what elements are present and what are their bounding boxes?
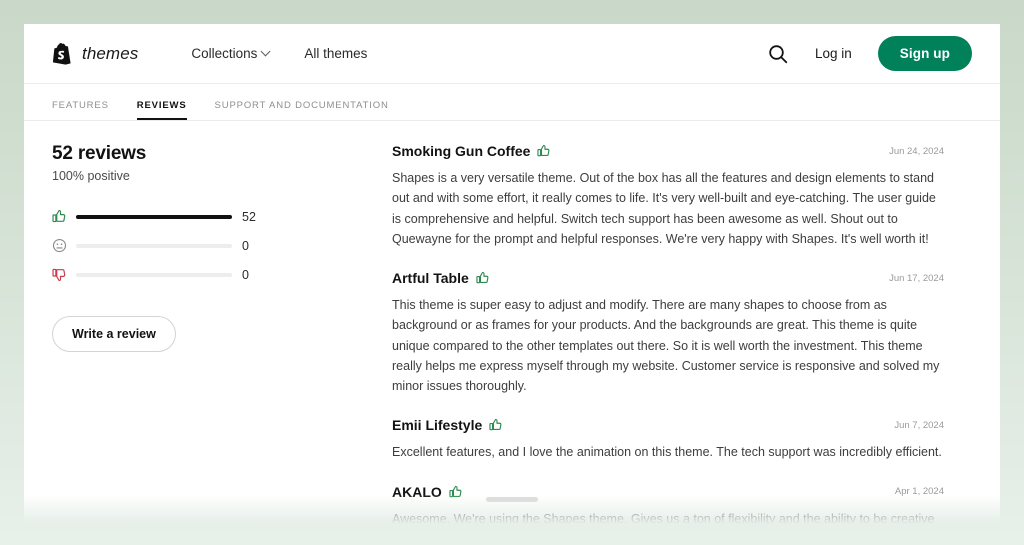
signup-button[interactable]: Sign up	[877, 36, 972, 71]
review-author: Artful Table	[392, 270, 469, 286]
rating-row-neutral: 0	[52, 231, 328, 260]
review-author: AKALO	[392, 483, 442, 500]
page-card: themes Collections All themes Log in Sig…	[24, 24, 1000, 524]
brand-word: themes	[82, 43, 139, 63]
write-a-review-button[interactable]: Write a review	[52, 316, 176, 352]
review-item: Emii Lifestyle Jun 7, 2024 Excellent fea…	[392, 417, 944, 462]
scroll-indicator[interactable]	[486, 497, 538, 502]
nav-item-collections-label: Collections	[191, 46, 258, 61]
thumbs-up-icon	[52, 209, 74, 224]
rating-bar-neutral	[76, 243, 232, 248]
thumbs-down-icon	[52, 267, 74, 282]
thumbs-up-icon	[489, 418, 503, 432]
review-item: Artful Table Jun 17, 2024 This theme is …	[392, 270, 944, 396]
brand-logo[interactable]: themes	[52, 42, 138, 66]
thumbs-up-icon	[537, 144, 551, 158]
login-link[interactable]: Log in	[815, 46, 852, 61]
search-icon[interactable]	[767, 43, 789, 65]
rating-value-positive: 52	[242, 209, 256, 224]
nav-item-collections[interactable]: Collections	[191, 46, 270, 61]
review-body: Awesome. We're using the Shapes theme. G…	[392, 511, 935, 525]
thumbs-up-icon	[476, 271, 490, 285]
positive-percentage: 100% positive	[52, 169, 130, 183]
review-header: Artful Table Jun 17, 2024	[392, 270, 944, 286]
thumbs-up-icon	[449, 485, 463, 499]
nav-item-all-themes[interactable]: All themes	[304, 46, 367, 61]
review-author: Emii Lifestyle	[392, 417, 483, 434]
review-item: Smoking Gun Coffee Jun 24, 2024 Shapes i…	[392, 143, 944, 249]
rating-bar-negative	[76, 272, 232, 277]
main-nav: Collections All themes	[191, 46, 367, 61]
review-header: Smoking Gun Coffee Jun 24, 2024	[392, 143, 944, 159]
rating-row-negative: 0	[52, 260, 328, 289]
review-count-heading: 52 reviews	[52, 143, 147, 164]
review-date: Jun 17, 2024	[889, 272, 944, 284]
tab-reviews[interactable]: REVIEWS	[136, 100, 187, 120]
review-body: Shapes is a very versatile theme. Out of…	[392, 171, 936, 246]
review-header: Emii Lifestyle Jun 7, 2024	[392, 417, 944, 433]
rating-bar-fill	[76, 214, 232, 219]
rating-value-negative: 0	[242, 267, 249, 282]
rating-bar-positive	[76, 214, 232, 219]
review-body: Excellent features, and I love the anima…	[392, 445, 942, 460]
rating-value-neutral: 0	[242, 238, 249, 253]
review-summary-panel: 52 reviews 100% positive 52 0 0 Write a …	[52, 143, 352, 524]
review-date: Apr 1, 2024	[894, 486, 944, 497]
nav-item-all-themes-label: All themes	[304, 46, 368, 61]
neutral-face-icon	[52, 238, 74, 253]
rating-breakdown: 52 0 0	[52, 202, 328, 289]
review-date: Jun 24, 2024	[889, 145, 944, 157]
tab-bar: FEATURES REVIEWS SUPPORT AND DOCUMENTATI…	[24, 84, 1000, 121]
tab-features[interactable]: FEATURES	[52, 100, 109, 120]
review-header: AKALO Apr 1, 2024	[392, 484, 944, 500]
tab-support-and-documentation[interactable]: SUPPORT AND DOCUMENTATION	[215, 100, 389, 120]
rating-row-positive: 52	[52, 202, 328, 231]
review-date: Jun 7, 2024	[894, 419, 944, 431]
reviews-page-content: 52 reviews 100% positive 52 0 0 Write a …	[24, 121, 1000, 524]
review-body: This theme is super easy to adjust and m…	[392, 298, 940, 393]
header-actions: Log in Sign up	[767, 36, 972, 71]
site-header: themes Collections All themes Log in Sig…	[24, 24, 1000, 84]
shopify-bag-icon	[52, 42, 73, 66]
review-author: Smoking Gun Coffee	[392, 143, 531, 159]
chevron-down-icon	[262, 48, 270, 56]
reviews-list: Smoking Gun Coffee Jun 24, 2024 Shapes i…	[352, 143, 972, 524]
review-item: AKALO Apr 1, 2024 Awesome. We're using t…	[392, 484, 944, 525]
